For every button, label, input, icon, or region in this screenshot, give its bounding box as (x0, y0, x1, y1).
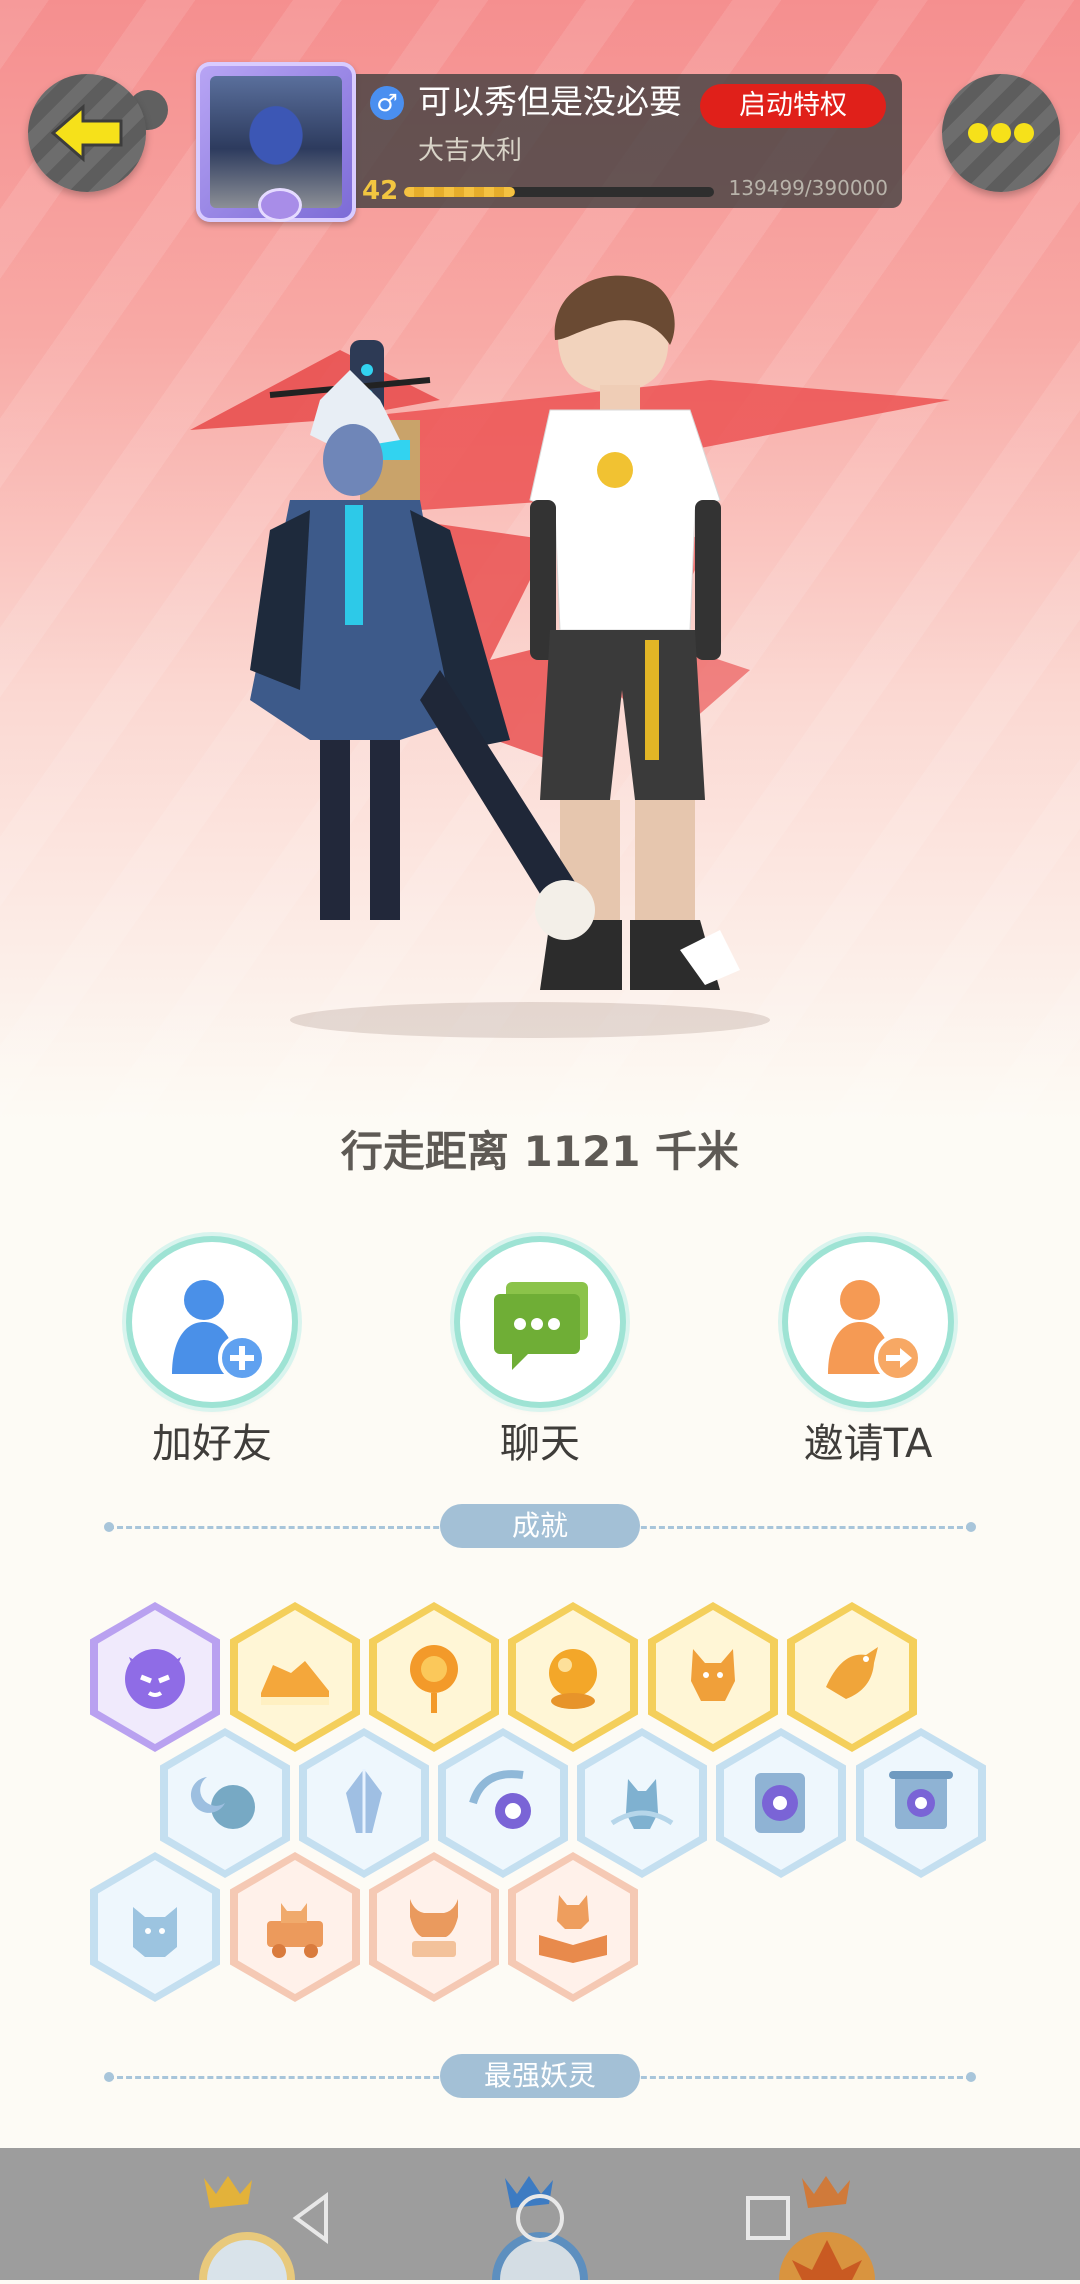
taiji-book-badge[interactable] (716, 1728, 846, 1878)
achievements-section-title: 成就 (440, 1504, 640, 1548)
nav-home-icon[interactable] (510, 2188, 570, 2248)
moon-icon (190, 1777, 255, 1829)
demon-face-icon (125, 1649, 185, 1709)
add-friend-icon (172, 1280, 266, 1382)
more-options-button[interactable] (942, 74, 1060, 192)
ellipsis-icon (968, 123, 1034, 143)
chat-label: 聊天 (500, 1421, 580, 1467)
avatar-frame-badge-icon (258, 188, 302, 222)
action-buttons: 加好友 聊天 邀请TA (0, 1242, 1080, 1472)
orb-icon (549, 1649, 597, 1709)
water-spirit-badge[interactable] (577, 1728, 707, 1878)
ice-beast-badge[interactable] (90, 1852, 220, 2002)
add-friend-button[interactable]: 加好友 (112, 1242, 312, 1470)
sun-lollipop-badge[interactable] (369, 1602, 499, 1752)
walk-distance: 行走距离 1121 千米 (340, 1127, 740, 1176)
back-button[interactable] (28, 74, 146, 192)
scroll-portal-badge[interactable] (856, 1728, 986, 1878)
fox-book-badge[interactable] (508, 1852, 638, 2002)
nav-recents-icon[interactable] (738, 2188, 798, 2248)
invite-label: 邀请TA (803, 1421, 933, 1467)
sun-icon (410, 1645, 458, 1713)
fox-spirit-badge[interactable] (648, 1602, 778, 1752)
player-signature: 大吉大利 (418, 136, 523, 166)
chat-button[interactable]: 聊天 (440, 1242, 640, 1470)
experience-bar-fill (404, 187, 515, 197)
water-spirit-icon (610, 1779, 674, 1829)
moon-sphere-badge[interactable] (160, 1728, 290, 1878)
player-nickname: 可以秀但是没必要 (418, 82, 682, 121)
cart-cat-icon (267, 1903, 323, 1958)
profile-info-card: ♂ 可以秀但是没必要 启动特权 大吉大利 42 139499/390000 (356, 74, 902, 208)
golden-bird-icon (826, 1647, 878, 1699)
scroll-portal-icon (889, 1771, 953, 1829)
experience-bar (404, 187, 714, 197)
player-level: 42 (362, 176, 399, 206)
taiji-icon (755, 1773, 805, 1833)
yin-yang-wave-badge[interactable] (438, 1728, 568, 1878)
invite-circle (788, 1242, 948, 1402)
male-gender-icon: ♂ (370, 86, 404, 120)
purple-demon-badge[interactable] (90, 1602, 220, 1752)
bull-icon (410, 1899, 458, 1957)
golden-bird-badge[interactable] (787, 1602, 917, 1752)
bull-statue-badge[interactable] (369, 1852, 499, 2002)
invite-icon (828, 1280, 922, 1382)
fox-spirit-icon (691, 1649, 735, 1701)
sneaker-badge[interactable] (230, 1602, 360, 1752)
sneaker-icon (261, 1661, 329, 1705)
arrow-left-icon (50, 103, 123, 163)
chat-circle (460, 1242, 620, 1402)
activate-privilege-button[interactable]: 启动特权 (700, 84, 886, 128)
crystal-icon (346, 1769, 382, 1833)
system-navigation-bar (0, 2148, 1080, 2284)
invite-button[interactable]: 邀请TA (768, 1242, 968, 1470)
fox-book-icon (539, 1895, 607, 1963)
yin-yang-icon (469, 1770, 531, 1829)
character-showcase[interactable] (250, 270, 810, 1070)
add-friend-label: 加好友 (152, 1421, 272, 1467)
strongest-pets-section-title: 最强妖灵 (440, 2054, 640, 2098)
chat-icon (494, 1282, 588, 1370)
crystal-badge[interactable] (299, 1728, 429, 1878)
nav-back-icon[interactable] (282, 2188, 342, 2248)
cart-cat-badge[interactable] (230, 1852, 360, 2002)
add-friend-circle (132, 1242, 292, 1402)
ice-beast-icon (133, 1907, 177, 1957)
experience-text: 139499/390000 (728, 176, 888, 200)
golden-orb-badge[interactable] (508, 1602, 638, 1752)
profile-avatar[interactable] (196, 62, 356, 222)
